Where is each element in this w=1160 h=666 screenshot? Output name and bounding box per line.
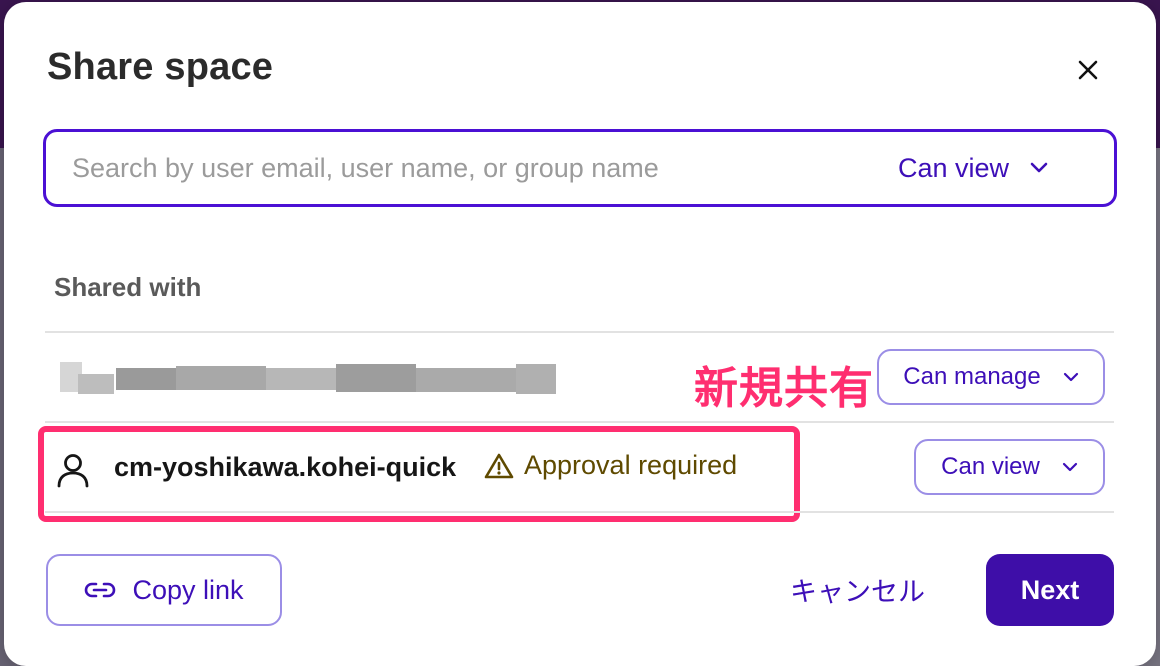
- copy-link-label: Copy link: [132, 574, 244, 605]
- divider: [45, 511, 1114, 513]
- divider: [45, 421, 1114, 423]
- approval-status: Approval required: [484, 450, 737, 481]
- user-icon: [57, 454, 89, 488]
- dialog-title: Share space: [47, 46, 274, 88]
- shared-user-name: cm-yoshikawa.kohei-quick: [114, 452, 457, 482]
- entry-permission-label: Can view: [941, 453, 1040, 480]
- copy-link-button[interactable]: Copy link: [46, 554, 282, 626]
- search-permission-dropdown[interactable]: Can view: [898, 149, 1049, 187]
- chevron-down-icon: [1030, 162, 1048, 173]
- chevron-down-icon: [1062, 462, 1077, 472]
- close-icon: [1078, 60, 1098, 80]
- divider: [45, 331, 1114, 333]
- search-field-container: Can view: [43, 129, 1117, 207]
- next-button[interactable]: Next: [986, 554, 1114, 626]
- blurred-user-name: [56, 354, 556, 398]
- link-icon: [85, 582, 116, 598]
- entry-permission-dropdown-2[interactable]: Can view: [914, 439, 1105, 495]
- shared-with-heading: Shared with: [54, 272, 202, 302]
- chevron-down-icon: [1063, 372, 1078, 382]
- approval-status-label: Approval required: [524, 450, 738, 480]
- share-space-dialog: Share space Can view Shared with 新規共有 Ca…: [4, 2, 1156, 666]
- new-share-annotation: 新規共有: [694, 363, 874, 414]
- close-button[interactable]: [1070, 52, 1106, 88]
- warning-icon: [484, 453, 514, 478]
- entry-permission-dropdown-1[interactable]: Can manage: [877, 349, 1105, 405]
- search-permission-label: Can view: [898, 152, 1010, 183]
- entry-permission-label: Can manage: [903, 363, 1041, 390]
- cancel-button[interactable]: キャンセル: [790, 570, 925, 610]
- search-input[interactable]: [72, 150, 862, 186]
